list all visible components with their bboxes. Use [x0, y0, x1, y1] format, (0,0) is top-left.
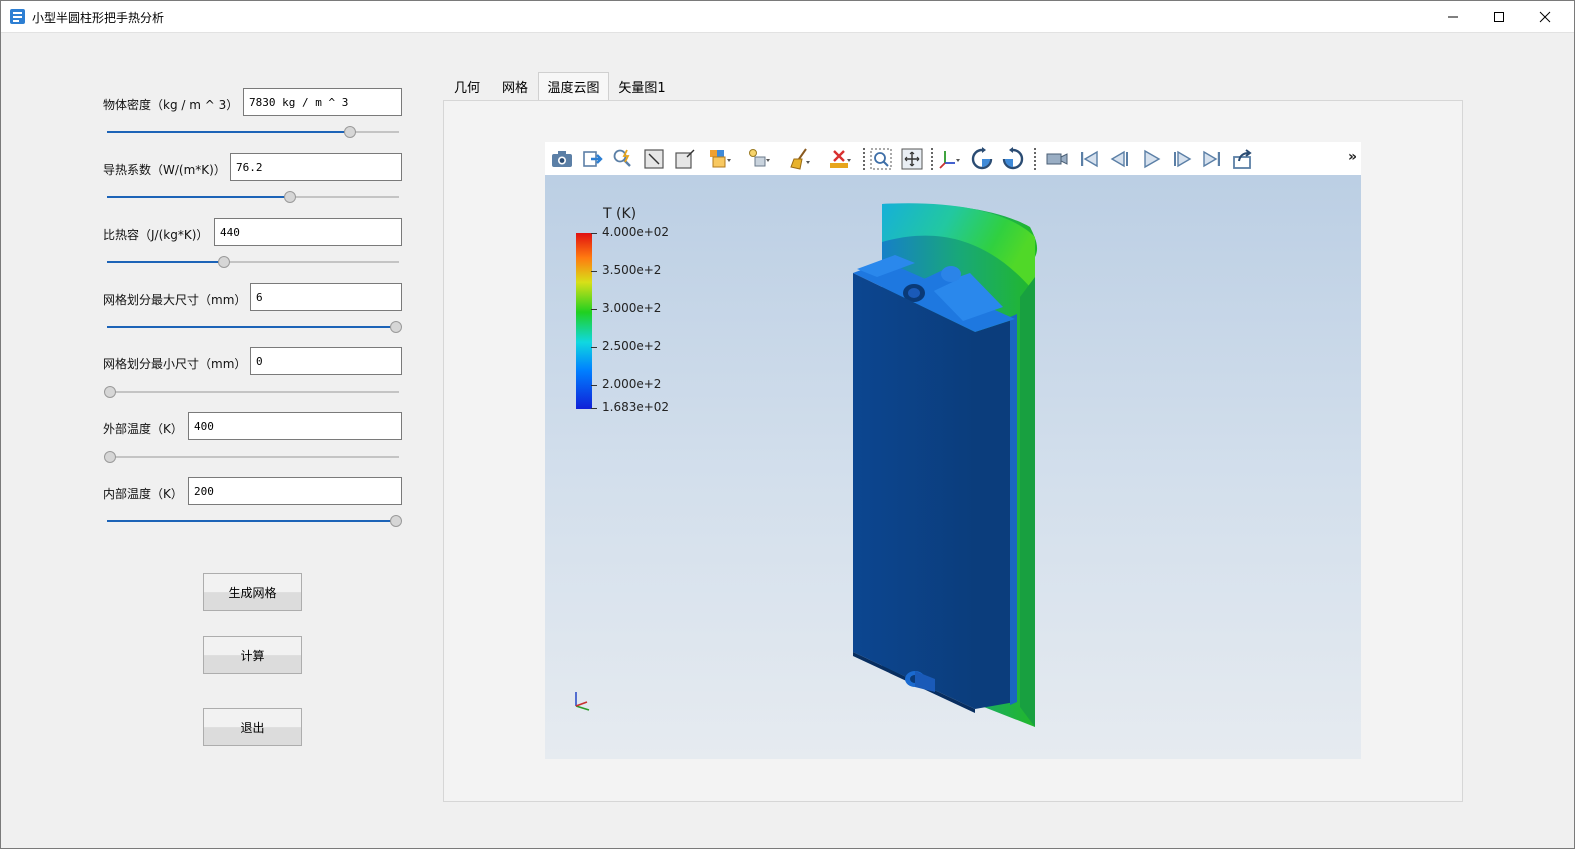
legend-label: 3.000e+2	[602, 301, 662, 315]
zoom-box-icon[interactable]	[673, 147, 697, 171]
legend-label: 4.000e+02	[602, 225, 670, 239]
conductivity-label: 导热系数（W/(m*K)）	[103, 163, 226, 177]
viewer-3d[interactable]: » T (K) 4.000e+02 3.500e+2 3.000e+2 2.50…	[545, 142, 1361, 759]
share-icon[interactable]	[1231, 147, 1255, 171]
viewer-toolbar: »	[545, 142, 1361, 175]
external-temp-slider[interactable]	[104, 450, 399, 464]
mesh-max-size-slider[interactable]	[107, 320, 402, 334]
internal-temp-input[interactable]	[188, 477, 402, 505]
slider-handle[interactable]	[284, 191, 296, 203]
density-input[interactable]	[243, 88, 402, 116]
play-icon[interactable]	[1139, 147, 1163, 171]
tab-temperature-contour[interactable]: 温度云图	[538, 72, 609, 100]
maximize-button[interactable]	[1476, 1, 1522, 32]
delete-icon[interactable]	[828, 147, 852, 171]
app-window: 小型半圆柱形把手热分析 物体密度（kg / m ^ 3） 导热系数（W/(m*K…	[0, 0, 1575, 849]
close-icon	[1539, 11, 1551, 22]
tab-mesh[interactable]: 网格	[495, 73, 535, 100]
tab-vector-plot[interactable]: 矢量图1	[613, 73, 671, 100]
conductivity-slider[interactable]	[107, 190, 399, 204]
legend-label: 1.683e+02	[602, 400, 670, 414]
conductivity-input[interactable]	[230, 153, 402, 181]
fit-view-icon[interactable]	[900, 147, 924, 171]
slider-handle[interactable]	[218, 256, 230, 268]
window-title: 小型半圆柱形把手热分析	[32, 11, 165, 25]
slider-handle[interactable]	[390, 515, 402, 527]
internal-temp-label: 内部温度（K）	[103, 487, 183, 501]
slider-handle[interactable]	[390, 321, 402, 333]
mesh-min-size-label: 网格划分最小尺寸（mm）	[103, 357, 247, 371]
orientation-axes-icon	[575, 692, 590, 711]
minimize-icon	[1448, 16, 1458, 17]
legend-title: T (K)	[603, 206, 637, 222]
temperature-contour-model[interactable]	[835, 197, 1055, 737]
export-icon[interactable]	[581, 147, 605, 171]
close-button[interactable]	[1522, 1, 1568, 32]
mesh-min-size-input[interactable]	[250, 347, 402, 375]
mesh-max-size-label: 网格划分最大尺寸（mm）	[103, 293, 247, 307]
legend-label: 3.500e+2	[602, 263, 662, 277]
title-bar: 小型半圆柱形把手热分析	[1, 1, 1574, 33]
axes-orient-icon[interactable]	[937, 147, 961, 171]
first-frame-icon[interactable]	[1077, 147, 1101, 171]
display-mode-icon[interactable]	[708, 147, 732, 171]
mesh-min-size-slider[interactable]	[104, 385, 399, 399]
tab-geometry[interactable]: 几何	[447, 73, 487, 100]
camera-icon[interactable]	[550, 147, 574, 171]
density-label: 物体密度（kg / m ^ 3）	[103, 98, 239, 112]
minimize-button[interactable]	[1430, 1, 1476, 32]
specific-heat-input[interactable]	[214, 218, 402, 246]
internal-temp-slider[interactable]	[107, 514, 402, 528]
density-slider[interactable]	[107, 125, 399, 139]
mesh-max-size-input[interactable]	[250, 283, 402, 311]
prev-frame-icon[interactable]	[1108, 147, 1132, 171]
zoom-fit-icon[interactable]	[642, 147, 666, 171]
rotate-cw-icon[interactable]	[970, 147, 994, 171]
external-temp-label: 外部温度（K）	[103, 422, 183, 436]
more-icon[interactable]: »	[1348, 149, 1357, 165]
specific-heat-label: 比热容（J/(kg*K)）	[103, 228, 209, 242]
app-icon	[10, 9, 25, 24]
generate-mesh-button[interactable]: 生成网格	[203, 573, 302, 611]
legend-label: 2.500e+2	[602, 339, 662, 353]
slider-handle[interactable]	[344, 126, 356, 138]
rotate-ccw-icon[interactable]	[1001, 147, 1025, 171]
slider-handle[interactable]	[104, 451, 116, 463]
compute-button[interactable]: 计算	[203, 636, 302, 674]
clear-icon[interactable]	[788, 147, 812, 171]
record-icon[interactable]	[1045, 147, 1069, 171]
zoom-interactive-icon[interactable]	[611, 147, 635, 171]
specific-heat-slider[interactable]	[107, 255, 399, 269]
slider-handle[interactable]	[104, 386, 116, 398]
next-frame-icon[interactable]	[1170, 147, 1194, 171]
exit-button[interactable]: 退出	[203, 708, 302, 746]
maximize-icon	[1494, 11, 1504, 22]
external-temp-input[interactable]	[188, 412, 402, 440]
legend-label: 2.000e+2	[602, 377, 662, 391]
lighting-icon[interactable]	[747, 147, 771, 171]
zoom-region-icon[interactable]	[869, 147, 893, 171]
last-frame-icon[interactable]	[1200, 147, 1224, 171]
legend-colorbar	[576, 233, 592, 409]
